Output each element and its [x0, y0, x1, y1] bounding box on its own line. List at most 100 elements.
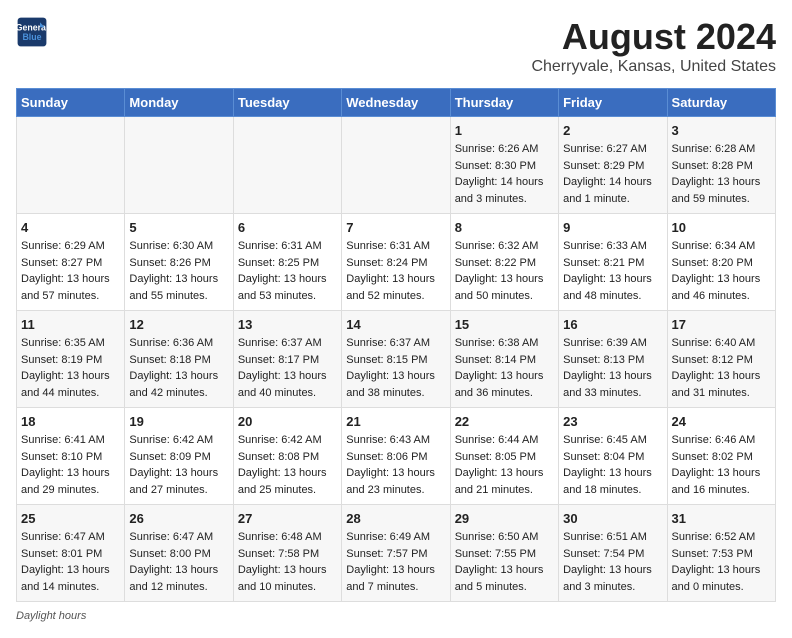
header-day-thursday: Thursday	[450, 89, 558, 117]
header-day-tuesday: Tuesday	[233, 89, 341, 117]
week-row-4: 18 Sunrise: 6:41 AM Sunset: 8:10 PM Dayli…	[17, 408, 776, 505]
calendar-cell: 4 Sunrise: 6:29 AM Sunset: 8:27 PM Daylig…	[17, 214, 125, 311]
day-number: 12	[129, 317, 228, 332]
day-info: Sunrise: 6:51 AM Sunset: 7:54 PM Dayligh…	[563, 529, 662, 595]
day-info: Sunrise: 6:47 AM Sunset: 8:00 PM Dayligh…	[129, 529, 228, 595]
calendar-table: SundayMondayTuesdayWednesdayThursdayFrid…	[16, 88, 776, 602]
day-info: Sunrise: 6:29 AM Sunset: 8:27 PM Dayligh…	[21, 238, 120, 304]
day-number: 5	[129, 220, 228, 235]
day-info: Sunrise: 6:28 AM Sunset: 8:28 PM Dayligh…	[672, 141, 771, 207]
day-info: Sunrise: 6:26 AM Sunset: 8:30 PM Dayligh…	[455, 141, 554, 207]
day-number: 26	[129, 511, 228, 526]
day-number: 22	[455, 414, 554, 429]
calendar-cell: 17Sunrise: 6:40 AM Sunset: 8:12 PM Dayli…	[667, 311, 775, 408]
day-info: Sunrise: 6:31 AM Sunset: 8:24 PM Dayligh…	[346, 238, 445, 304]
day-number: 10	[672, 220, 771, 235]
header: General Blue August 2024 Cherryvale, Kan…	[16, 16, 776, 76]
day-info: Sunrise: 6:35 AM Sunset: 8:19 PM Dayligh…	[21, 335, 120, 401]
calendar-cell: 30Sunrise: 6:51 AM Sunset: 7:54 PM Dayli…	[559, 505, 667, 602]
day-number: 24	[672, 414, 771, 429]
day-number: 16	[563, 317, 662, 332]
day-info: Sunrise: 6:33 AM Sunset: 8:21 PM Dayligh…	[563, 238, 662, 304]
calendar-cell: 18 Sunrise: 6:41 AM Sunset: 8:10 PM Dayli…	[17, 408, 125, 505]
day-info: Sunrise: 6:42 AM Sunset: 8:08 PM Dayligh…	[238, 432, 337, 498]
day-number: 14	[346, 317, 445, 332]
day-number: 20	[238, 414, 337, 429]
svg-text:General: General	[16, 22, 48, 32]
day-number: 27	[238, 511, 337, 526]
day-number: 21	[346, 414, 445, 429]
calendar-cell: 19 Sunrise: 6:42 AM Sunset: 8:09 PM Dayli…	[125, 408, 233, 505]
day-info: Sunrise: 6:36 AM Sunset: 8:18 PM Dayligh…	[129, 335, 228, 401]
day-number: 11	[21, 317, 120, 332]
week-row-1: 1 Sunrise: 6:26 AM Sunset: 8:30 PM Daylig…	[17, 117, 776, 214]
day-info: Sunrise: 6:39 AM Sunset: 8:13 PM Dayligh…	[563, 335, 662, 401]
day-info: Sunrise: 6:27 AM Sunset: 8:29 PM Dayligh…	[563, 141, 662, 207]
week-row-5: 25 Sunrise: 6:47 AM Sunset: 8:01 PM Dayli…	[17, 505, 776, 602]
calendar-cell: 27Sunrise: 6:48 AM Sunset: 7:58 PM Dayli…	[233, 505, 341, 602]
calendar-cell: 3 Sunrise: 6:28 AM Sunset: 8:28 PM Daylig…	[667, 117, 775, 214]
day-number: 25	[21, 511, 120, 526]
calendar-cell: 25 Sunrise: 6:47 AM Sunset: 8:01 PM Dayli…	[17, 505, 125, 602]
header-day-saturday: Saturday	[667, 89, 775, 117]
header-day-wednesday: Wednesday	[342, 89, 450, 117]
page-title: August 2024	[531, 16, 776, 58]
calendar-cell: 22 Sunrise: 6:44 AM Sunset: 8:05 PM Dayli…	[450, 408, 558, 505]
calendar-cell: 11 Sunrise: 6:35 AM Sunset: 8:19 PM Dayli…	[17, 311, 125, 408]
week-row-3: 11 Sunrise: 6:35 AM Sunset: 8:19 PM Dayli…	[17, 311, 776, 408]
calendar-cell	[17, 117, 125, 214]
day-info: Sunrise: 6:41 AM Sunset: 8:10 PM Dayligh…	[21, 432, 120, 498]
day-info: Sunrise: 6:45 AM Sunset: 8:04 PM Dayligh…	[563, 432, 662, 498]
day-info: Sunrise: 6:32 AM Sunset: 8:22 PM Dayligh…	[455, 238, 554, 304]
header-day-monday: Monday	[125, 89, 233, 117]
day-info: Sunrise: 6:49 AM Sunset: 7:57 PM Dayligh…	[346, 529, 445, 595]
day-number: 8	[455, 220, 554, 235]
calendar-cell: 29 Sunrise: 6:50 AM Sunset: 7:55 PM Dayli…	[450, 505, 558, 602]
calendar-cell: 6 Sunrise: 6:31 AM Sunset: 8:25 PM Daylig…	[233, 214, 341, 311]
day-number: 13	[238, 317, 337, 332]
day-number: 4	[21, 220, 120, 235]
day-number: 18	[21, 414, 120, 429]
calendar-cell: 20 Sunrise: 6:42 AM Sunset: 8:08 PM Dayli…	[233, 408, 341, 505]
calendar-cell: 1 Sunrise: 6:26 AM Sunset: 8:30 PM Daylig…	[450, 117, 558, 214]
svg-text:Blue: Blue	[22, 32, 41, 42]
calendar-cell: 23Sunrise: 6:45 AM Sunset: 8:04 PM Dayli…	[559, 408, 667, 505]
calendar-cell: 26 Sunrise: 6:47 AM Sunset: 8:00 PM Dayli…	[125, 505, 233, 602]
day-info: Sunrise: 6:44 AM Sunset: 8:05 PM Dayligh…	[455, 432, 554, 498]
day-info: Sunrise: 6:34 AM Sunset: 8:20 PM Dayligh…	[672, 238, 771, 304]
day-info: Sunrise: 6:50 AM Sunset: 7:55 PM Dayligh…	[455, 529, 554, 595]
day-info: Sunrise: 6:31 AM Sunset: 8:25 PM Dayligh…	[238, 238, 337, 304]
day-number: 9	[563, 220, 662, 235]
calendar-body: 1 Sunrise: 6:26 AM Sunset: 8:30 PM Daylig…	[17, 117, 776, 602]
calendar-cell: 9 Sunrise: 6:33 AM Sunset: 8:21 PM Daylig…	[559, 214, 667, 311]
day-number: 19	[129, 414, 228, 429]
page-subtitle: Cherryvale, Kansas, United States	[531, 58, 776, 76]
header-day-sunday: Sunday	[17, 89, 125, 117]
calendar-cell: 16 Sunrise: 6:39 AM Sunset: 8:13 PM Dayli…	[559, 311, 667, 408]
calendar-cell: 28Sunrise: 6:49 AM Sunset: 7:57 PM Dayli…	[342, 505, 450, 602]
day-number: 2	[563, 123, 662, 138]
calendar-cell	[125, 117, 233, 214]
calendar-cell: 2 Sunrise: 6:27 AM Sunset: 8:29 PM Daylig…	[559, 117, 667, 214]
day-info: Sunrise: 6:42 AM Sunset: 8:09 PM Dayligh…	[129, 432, 228, 498]
day-number: 15	[455, 317, 554, 332]
day-info: Sunrise: 6:52 AM Sunset: 7:53 PM Dayligh…	[672, 529, 771, 595]
week-row-2: 4 Sunrise: 6:29 AM Sunset: 8:27 PM Daylig…	[17, 214, 776, 311]
day-number: 6	[238, 220, 337, 235]
calendar-cell: 10 Sunrise: 6:34 AM Sunset: 8:20 PM Dayli…	[667, 214, 775, 311]
day-number: 3	[672, 123, 771, 138]
header-day-friday: Friday	[559, 89, 667, 117]
calendar-cell: 7 Sunrise: 6:31 AM Sunset: 8:24 PM Daylig…	[342, 214, 450, 311]
calendar-cell: 5Sunrise: 6:30 AM Sunset: 8:26 PM Daylig…	[125, 214, 233, 311]
logo: General Blue	[16, 16, 48, 48]
day-info: Sunrise: 6:47 AM Sunset: 8:01 PM Dayligh…	[21, 529, 120, 595]
calendar-cell	[233, 117, 341, 214]
calendar-header: SundayMondayTuesdayWednesdayThursdayFrid…	[17, 89, 776, 117]
day-number: 7	[346, 220, 445, 235]
day-info: Sunrise: 6:40 AM Sunset: 8:12 PM Dayligh…	[672, 335, 771, 401]
calendar-cell: 13Sunrise: 6:37 AM Sunset: 8:17 PM Dayli…	[233, 311, 341, 408]
logo-icon: General Blue	[16, 16, 48, 48]
day-number: 29	[455, 511, 554, 526]
day-info: Sunrise: 6:43 AM Sunset: 8:06 PM Dayligh…	[346, 432, 445, 498]
day-number: 1	[455, 123, 554, 138]
